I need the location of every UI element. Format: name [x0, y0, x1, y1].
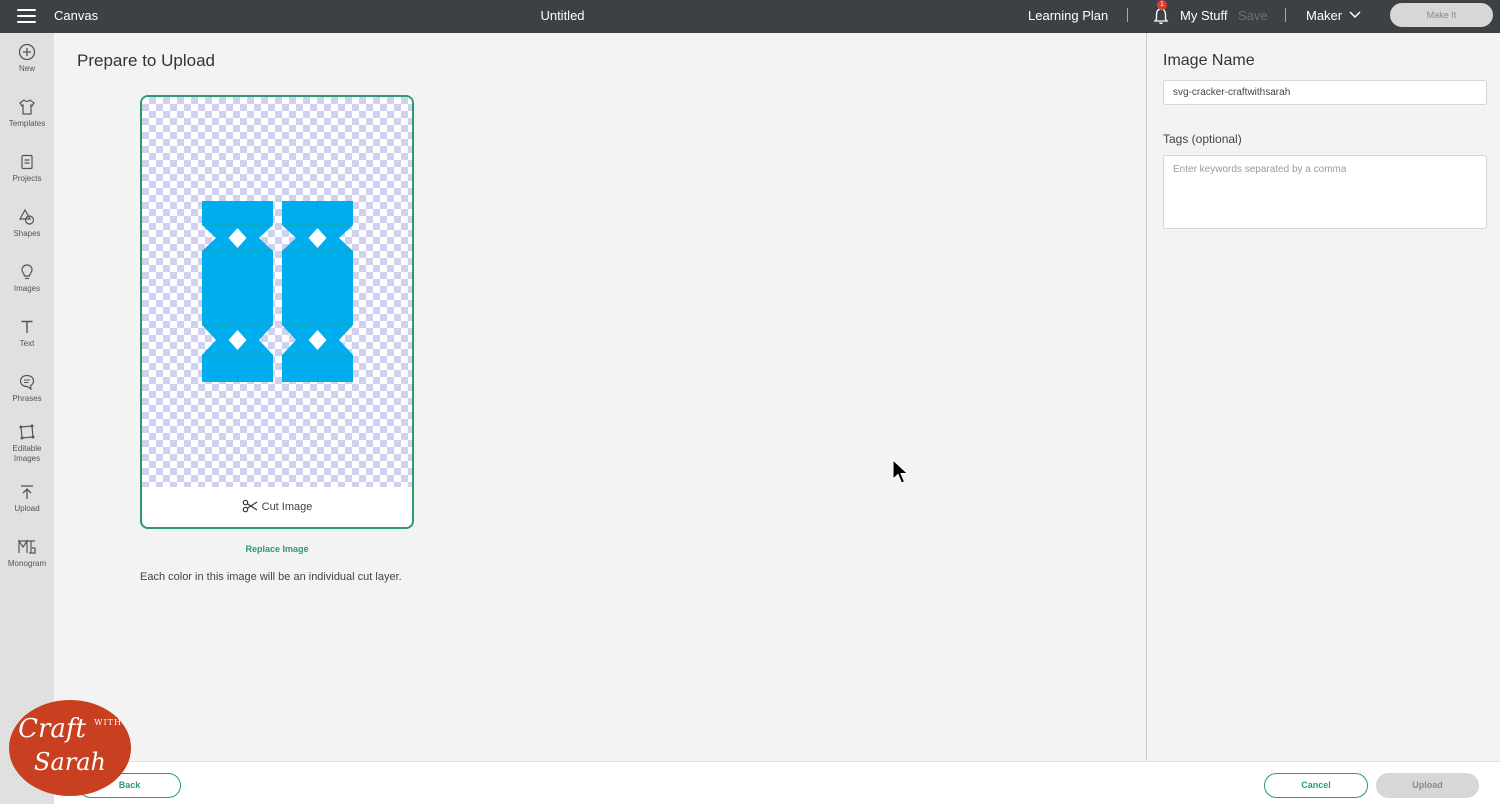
- sidebar-item-images[interactable]: Images: [0, 263, 54, 294]
- machine-selector[interactable]: Maker: [1306, 8, 1342, 23]
- logo-line-2: Sarah: [34, 748, 106, 776]
- image-name-input[interactable]: [1163, 80, 1487, 105]
- image-name-title: Image Name: [1163, 52, 1255, 69]
- sidebar-item-templates[interactable]: Templates: [0, 98, 54, 129]
- cut-image-option[interactable]: Cut Image: [142, 499, 412, 513]
- make-it-button[interactable]: Make It: [1390, 3, 1493, 27]
- lightbulb-icon: [21, 264, 33, 280]
- uploaded-image-preview: [202, 201, 353, 382]
- left-sidebar: New Templates Projects Shapes Images Tex…: [0, 33, 54, 804]
- monogram-icon: [18, 539, 36, 554]
- sidebar-item-label: Editable Images: [12, 444, 42, 463]
- upload-icon: [21, 485, 33, 499]
- right-panel: Image Name Tags (optional): [1147, 33, 1500, 761]
- sidebar-item-label: Phrases: [12, 394, 42, 403]
- upload-button[interactable]: Upload: [1376, 773, 1479, 798]
- sidebar-item-label: Upload: [14, 504, 40, 513]
- main-content: Prepare to Upload Cut Image Replace Imag…: [54, 33, 1146, 761]
- top-bar: Canvas Untitled Learning Plan 1 My Stuff…: [0, 0, 1500, 33]
- projects-icon: [21, 154, 33, 170]
- notification-badge: 1: [1157, 0, 1167, 10]
- sidebar-item-projects[interactable]: Projects: [0, 153, 54, 184]
- image-preview-card[interactable]: Cut Image: [140, 95, 414, 529]
- sidebar-item-label: Templates: [8, 119, 46, 128]
- editable-image-icon: [19, 424, 35, 440]
- bottom-bar: Back Cancel Upload: [54, 761, 1500, 804]
- my-stuff-link[interactable]: My Stuff: [1180, 8, 1227, 23]
- transparent-background: [142, 97, 412, 487]
- separator: [1285, 8, 1286, 22]
- sidebar-item-phrases[interactable]: Phrases: [0, 373, 54, 404]
- cut-layer-note: Each color in this image will be an indi…: [140, 571, 402, 583]
- page-title: Prepare to Upload: [77, 51, 215, 70]
- sidebar-item-monogram[interactable]: Monogram: [0, 538, 54, 569]
- tags-input[interactable]: [1163, 155, 1487, 229]
- text-icon: [21, 320, 33, 333]
- sidebar-item-label: Images: [13, 284, 41, 293]
- sidebar-item-label: Shapes: [13, 229, 41, 238]
- save-button[interactable]: Save: [1238, 8, 1268, 23]
- plus-circle-icon: [18, 43, 36, 61]
- sidebar-item-text[interactable]: Text: [0, 318, 54, 349]
- logo-line-1: Craft WITH: [18, 714, 122, 744]
- sidebar-item-upload[interactable]: Upload: [0, 483, 54, 514]
- replace-image-link[interactable]: Replace Image: [140, 544, 414, 554]
- learning-plan-link[interactable]: Learning Plan: [1028, 8, 1108, 23]
- mouse-cursor-icon: [892, 459, 909, 484]
- sidebar-item-label: Text: [19, 339, 35, 348]
- sidebar-item-editable-images[interactable]: Editable Images: [0, 423, 54, 464]
- sidebar-item-shapes[interactable]: Shapes: [0, 208, 54, 239]
- separator: [1127, 8, 1128, 22]
- shirt-icon: [19, 99, 35, 115]
- document-title[interactable]: Untitled: [0, 8, 1125, 23]
- sidebar-item-label: Monogram: [7, 559, 47, 568]
- cut-image-label: Cut Image: [261, 501, 313, 513]
- chevron-down-icon[interactable]: [1349, 11, 1361, 19]
- tags-label: Tags (optional): [1163, 132, 1242, 146]
- craft-with-sarah-logo: Craft WITH Sarah: [9, 700, 131, 796]
- cracker-shapes: [202, 201, 353, 382]
- sidebar-item-label: New: [18, 64, 35, 73]
- shapes-icon: [18, 208, 35, 225]
- cancel-button[interactable]: Cancel: [1264, 773, 1368, 798]
- sidebar-item-new[interactable]: New: [0, 43, 54, 74]
- scissors-icon: [242, 499, 257, 513]
- speech-bubble-icon: [19, 374, 35, 391]
- sidebar-item-label: Projects: [12, 174, 42, 183]
